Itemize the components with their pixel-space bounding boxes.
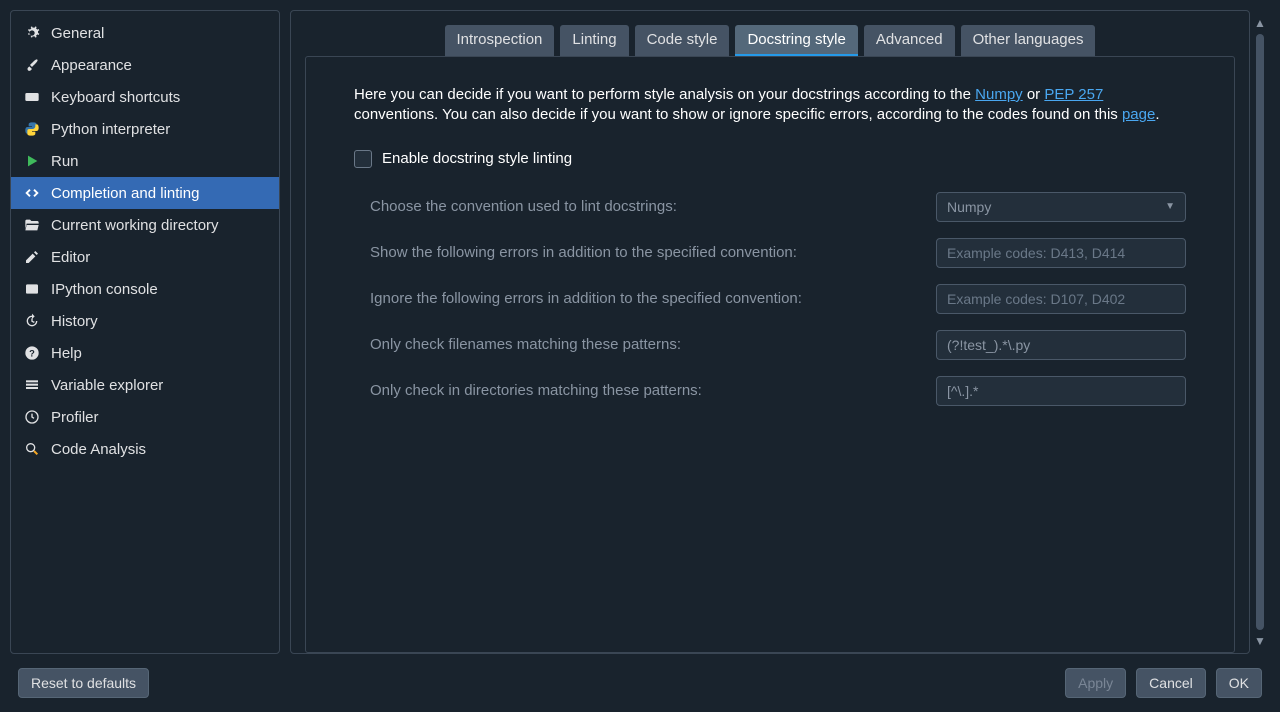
- sidebar-item-label: General: [51, 25, 104, 42]
- intro-text: Here you can decide if you want to perfo…: [354, 85, 1186, 126]
- sidebar-item-help[interactable]: ? Help: [11, 337, 279, 369]
- show-errors-input[interactable]: [936, 238, 1186, 268]
- code-icon: [23, 184, 41, 202]
- convention-select[interactable]: Numpy ▼: [936, 192, 1186, 222]
- sidebar-item-label: Help: [51, 345, 82, 362]
- play-icon: [23, 152, 41, 170]
- sidebar-item-label: Run: [51, 153, 79, 170]
- show-errors-label: Show the following errors in addition to…: [370, 244, 916, 261]
- enable-docstring-linting-checkbox[interactable]: [354, 150, 372, 168]
- tab-other-languages[interactable]: Other languages: [961, 25, 1096, 56]
- scroll-down-icon[interactable]: ▼: [1254, 634, 1266, 648]
- sidebar-item-current-working-directory[interactable]: Current working directory: [11, 209, 279, 241]
- intro-part1: Here you can decide if you want to perfo…: [354, 86, 975, 103]
- scroll-track[interactable]: [1256, 34, 1264, 630]
- help-icon: ?: [23, 344, 41, 362]
- cancel-button[interactable]: Cancel: [1136, 668, 1206, 698]
- convention-value: Numpy: [947, 199, 991, 215]
- clock-icon: [23, 408, 41, 426]
- sidebar-item-run[interactable]: Run: [11, 145, 279, 177]
- sidebar-item-appearance[interactable]: Appearance: [11, 49, 279, 81]
- intro-part2: or: [1023, 86, 1045, 103]
- intro-part4: .: [1155, 106, 1159, 123]
- chevron-down-icon: ▼: [1165, 201, 1175, 212]
- main-row: General Appearance Keyboard shortcuts Py…: [0, 0, 1280, 654]
- page-link[interactable]: page: [1122, 106, 1155, 123]
- form-section: Choose the convention used to lint docst…: [354, 192, 1186, 406]
- sidebar-item-label: Current working directory: [51, 217, 219, 234]
- enable-docstring-linting-label: Enable docstring style linting: [382, 150, 572, 167]
- search-code-icon: [23, 440, 41, 458]
- enable-docstring-linting-row: Enable docstring style linting: [354, 150, 1186, 168]
- ignore-errors-input[interactable]: [936, 284, 1186, 314]
- python-icon: [23, 120, 41, 138]
- tab-code-style[interactable]: Code style: [635, 25, 730, 56]
- tab-introspection[interactable]: Introspection: [445, 25, 555, 56]
- gears-icon: [23, 24, 41, 42]
- tab-docstring-style[interactable]: Docstring style: [735, 25, 857, 56]
- sidebar-item-editor[interactable]: Editor: [11, 241, 279, 273]
- ignore-errors-label: Ignore the following errors in addition …: [370, 290, 916, 307]
- directories-row: Only check in directories matching these…: [370, 376, 1186, 406]
- sidebar-item-label: History: [51, 313, 98, 330]
- sidebar-item-label: Completion and linting: [51, 185, 199, 202]
- filenames-label: Only check filenames matching these patt…: [370, 336, 916, 353]
- scroll-up-icon[interactable]: ▲: [1254, 16, 1266, 30]
- sidebar-item-ipython-console[interactable]: IPython console: [11, 273, 279, 305]
- apply-button[interactable]: Apply: [1065, 668, 1126, 698]
- vertical-scrollbar[interactable]: ▲ ▼: [1250, 10, 1270, 654]
- sidebar-item-label: Editor: [51, 249, 90, 266]
- ok-button[interactable]: OK: [1216, 668, 1262, 698]
- convention-row: Choose the convention used to lint docst…: [370, 192, 1186, 222]
- sidebar-item-general[interactable]: General: [11, 17, 279, 49]
- footer: Reset to defaults Apply Cancel OK: [0, 654, 1280, 712]
- keyboard-icon: [23, 88, 41, 106]
- sidebar-item-label: Python interpreter: [51, 121, 170, 138]
- list-icon: [23, 376, 41, 394]
- sidebar-item-code-analysis[interactable]: Code Analysis: [11, 433, 279, 465]
- convention-label: Choose the convention used to lint docst…: [370, 198, 916, 215]
- footer-right: Apply Cancel OK: [1065, 668, 1262, 698]
- tab-linting[interactable]: Linting: [560, 25, 628, 56]
- history-icon: [23, 312, 41, 330]
- sidebar-item-completion-and-linting[interactable]: Completion and linting: [11, 177, 279, 209]
- sidebar-item-label: Appearance: [51, 57, 132, 74]
- sidebar-item-python-interpreter[interactable]: Python interpreter: [11, 113, 279, 145]
- directories-input[interactable]: [936, 376, 1186, 406]
- console-icon: [23, 280, 41, 298]
- edit-icon: [23, 248, 41, 266]
- sidebar-item-keyboard-shortcuts[interactable]: Keyboard shortcuts: [11, 81, 279, 113]
- sidebar-item-profiler[interactable]: Profiler: [11, 401, 279, 433]
- numpy-link[interactable]: Numpy: [975, 86, 1023, 103]
- docstring-style-panel: Here you can decide if you want to perfo…: [305, 56, 1235, 653]
- sidebar-item-label: Profiler: [51, 409, 99, 426]
- pep257-link[interactable]: PEP 257: [1044, 86, 1103, 103]
- directories-label: Only check in directories matching these…: [370, 382, 916, 399]
- sidebar-item-variable-explorer[interactable]: Variable explorer: [11, 369, 279, 401]
- brush-icon: [23, 56, 41, 74]
- tab-row: Introspection Linting Code style Docstri…: [305, 25, 1235, 56]
- sidebar-item-label: Code Analysis: [51, 441, 146, 458]
- content-panel: Introspection Linting Code style Docstri…: [290, 10, 1250, 654]
- ignore-errors-row: Ignore the following errors in addition …: [370, 284, 1186, 314]
- filenames-row: Only check filenames matching these patt…: [370, 330, 1186, 360]
- show-errors-row: Show the following errors in addition to…: [370, 238, 1186, 268]
- folder-open-icon: [23, 216, 41, 234]
- filenames-input[interactable]: [936, 330, 1186, 360]
- sidebar-item-label: Variable explorer: [51, 377, 163, 394]
- svg-text:?: ?: [29, 348, 35, 358]
- reset-to-defaults-button[interactable]: Reset to defaults: [18, 668, 149, 698]
- intro-part3: conventions. You can also decide if you …: [354, 106, 1122, 123]
- tab-advanced[interactable]: Advanced: [864, 25, 955, 56]
- sidebar-item-label: Keyboard shortcuts: [51, 89, 180, 106]
- sidebar-item-history[interactable]: History: [11, 305, 279, 337]
- content-wrap: Introspection Linting Code style Docstri…: [290, 10, 1270, 654]
- sidebar-item-label: IPython console: [51, 281, 158, 298]
- sidebar: General Appearance Keyboard shortcuts Py…: [10, 10, 280, 654]
